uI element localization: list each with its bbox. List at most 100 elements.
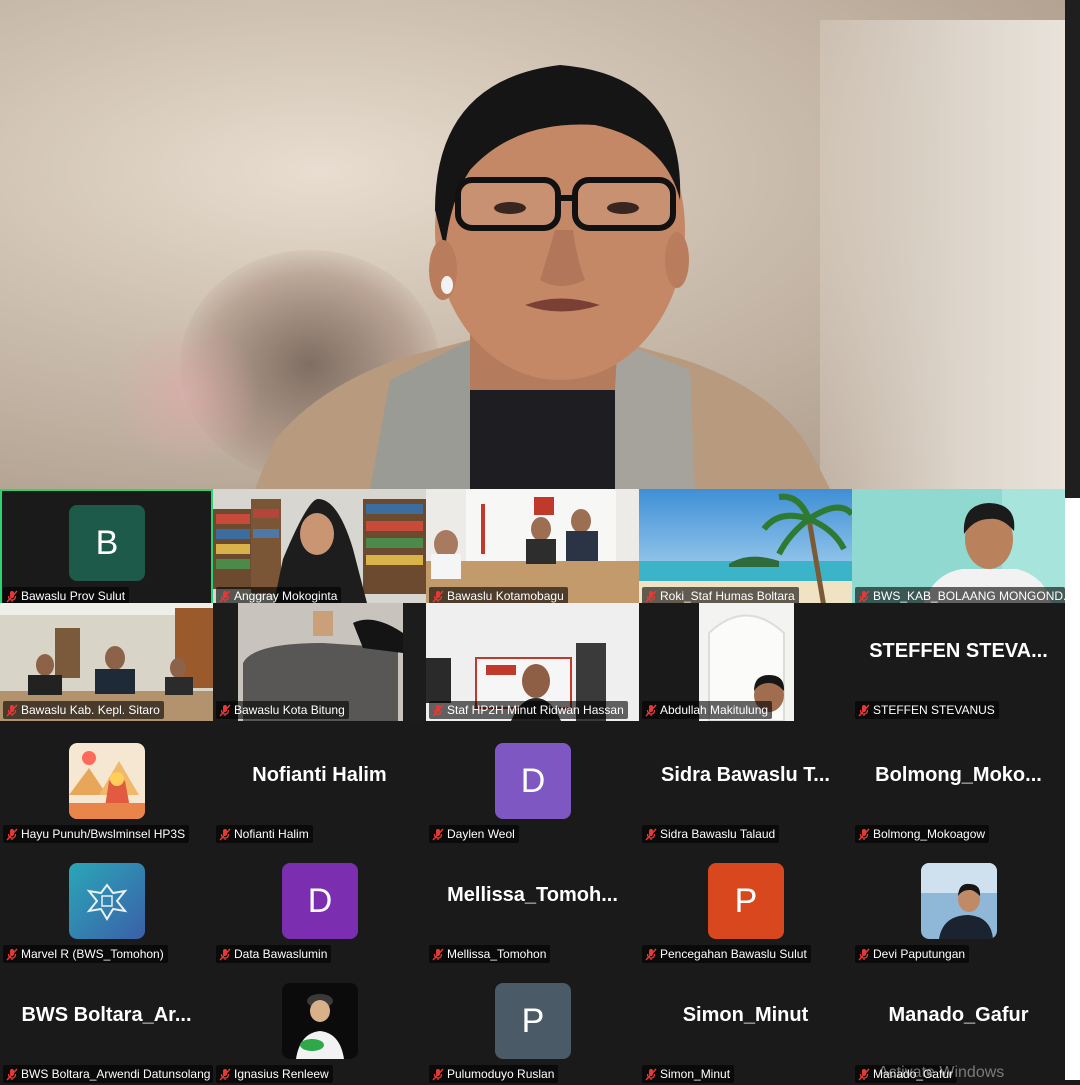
mic-muted-icon <box>432 827 444 841</box>
participant-tile[interactable]: Roki_Staf Humas Boltara <box>639 489 852 607</box>
mic-muted-icon <box>645 703 657 717</box>
mic-muted-icon <box>219 947 231 961</box>
participant-display-name: Mellissa_Tomoh... <box>447 883 618 906</box>
participant-gallery: B Bawaslu Prov Sulut Anggray Mokoginta B… <box>0 489 1065 1085</box>
participant-tile[interactable]: Bawaslu Kotamobagu <box>426 489 639 607</box>
participant-tile[interactable]: Sidra Bawaslu T... Sidra Bawaslu Talaud <box>639 727 852 845</box>
participant-name: Nofianti Halim <box>234 827 309 841</box>
mic-muted-icon <box>645 1067 657 1081</box>
participant-tile[interactable]: Marvel R (BWS_Tomohon) <box>0 847 213 965</box>
mic-muted-icon <box>219 589 231 603</box>
participant-name-label: Bawaslu Kota Bitung <box>216 701 349 719</box>
participant-tile[interactable]: Simon_Minut Simon_Minut <box>639 967 852 1085</box>
participant-name-label: Daylen Weol <box>429 825 519 843</box>
participant-tile[interactable]: STEFFEN STEVA... STEFFEN STEVANUS <box>852 603 1065 721</box>
participant-display-name: STEFFEN STEVA... <box>869 639 1048 662</box>
participant-name: Hayu Punuh/Bwslminsel HP3S <box>21 827 186 841</box>
participant-name-label: Bolmong_Mokoagow <box>855 825 990 843</box>
participant-tile[interactable]: Bawaslu Kab. Kepl. Sitaro <box>0 603 213 721</box>
participant-tile[interactable]: BWS_KAB_BOLAANG MONGOND... <box>852 489 1065 607</box>
mic-muted-icon <box>432 703 444 717</box>
participant-name-label: BWS Boltara_Arwendi Datunsolang <box>3 1065 213 1083</box>
participant-name: Pencegahan Bawaslu Sulut <box>660 947 807 961</box>
mic-muted-icon <box>6 827 18 841</box>
participant-tile[interactable]: Bolmong_Moko... Bolmong_Mokoagow <box>852 727 1065 845</box>
participant-name: Daylen Weol <box>447 827 515 841</box>
participant-name: Staf HP2H Minut Ridwan Hassan <box>447 703 624 717</box>
participant-tile[interactable]: P Pulumoduyo Ruslan <box>426 967 639 1085</box>
participant-tile[interactable]: Mellissa_Tomoh... Mellissa_Tomohon <box>426 847 639 965</box>
participant-tile[interactable]: Ignasius Renleew <box>213 967 426 1085</box>
participant-name: Anggray Mokoginta <box>234 589 338 603</box>
participant-display-name: Sidra Bawaslu T... <box>661 763 830 786</box>
mic-muted-icon <box>858 947 870 961</box>
mic-muted-icon <box>858 1067 870 1081</box>
participant-tile[interactable]: Devi Paputungan <box>852 847 1065 965</box>
participant-tile[interactable]: P Pencegahan Bawaslu Sulut <box>639 847 852 965</box>
participant-avatar: D <box>282 863 358 939</box>
participant-name-label: Bawaslu Kab. Kepl. Sitaro <box>3 701 164 719</box>
background-blur <box>820 20 1065 489</box>
sphinx-image-icon <box>69 743 145 819</box>
participant-name-label: STEFFEN STEVANUS <box>855 701 999 719</box>
mic-muted-icon <box>645 827 657 841</box>
participant-tile[interactable]: D Daylen Weol <box>426 727 639 845</box>
speaker-person <box>255 65 830 489</box>
mic-muted-icon <box>432 947 444 961</box>
participant-name-label: Marvel R (BWS_Tomohon) <box>3 945 168 963</box>
participant-name: Bawaslu Kota Bitung <box>234 703 345 717</box>
mic-muted-icon <box>645 947 657 961</box>
mic-muted-icon <box>219 703 231 717</box>
mic-muted-icon <box>219 1067 231 1081</box>
background-blur <box>110 320 260 470</box>
mic-muted-icon <box>858 589 870 603</box>
participant-name-label: Staf HP2H Minut Ridwan Hassan <box>429 701 628 719</box>
participant-name-label: Data Bawaslumin <box>216 945 332 963</box>
participant-avatar: D <box>495 743 571 819</box>
participant-tile[interactable]: BWS Boltara_Ar... BWS Boltara_Arwendi Da… <box>0 967 213 1085</box>
participant-name: Roki_Staf Humas Boltara <box>660 589 795 603</box>
participant-name: Bawaslu Prov Sulut <box>21 589 126 603</box>
participant-name-label: Abdullah Makitulung <box>642 701 773 719</box>
participant-tile[interactable]: Anggray Mokoginta <box>213 489 426 607</box>
mic-muted-icon <box>6 589 18 603</box>
participant-name: Mellissa_Tomohon <box>447 947 547 961</box>
mic-muted-icon <box>6 1067 18 1081</box>
participant-avatar: P <box>495 983 571 1059</box>
participant-name: Abdullah Makitulung <box>660 703 769 717</box>
participant-name: Marvel R (BWS_Tomohon) <box>21 947 164 961</box>
participant-name: Devi Paputungan <box>873 947 966 961</box>
window-edge <box>1065 498 1080 1080</box>
participant-name: Ignasius Renleew <box>234 1067 329 1081</box>
participant-tile[interactable]: Nofianti Halim Nofianti Halim <box>213 727 426 845</box>
participant-name-label: Simon_Minut <box>642 1065 735 1083</box>
participant-name: Data Bawaslumin <box>234 947 328 961</box>
participant-name-label: Devi Paputungan <box>855 945 970 963</box>
participant-tile[interactable]: Bawaslu Kota Bitung <box>213 603 426 721</box>
participant-tile[interactable]: Staf HP2H Minut Ridwan Hassan <box>426 603 639 721</box>
participant-tile[interactable]: D Data Bawaslumin <box>213 847 426 965</box>
participant-name: Bawaslu Kab. Kepl. Sitaro <box>21 703 160 717</box>
participant-name: BWS Boltara_Arwendi Datunsolang <box>21 1067 211 1081</box>
mic-muted-icon <box>6 947 18 961</box>
participant-display-name: Simon_Minut <box>682 1003 809 1026</box>
participant-name-label: Nofianti Halim <box>216 825 313 843</box>
mic-muted-icon <box>219 827 231 841</box>
profile-photo-icon <box>921 863 997 939</box>
participant-tile[interactable]: Abdullah Makitulung <box>639 603 852 721</box>
participant-name: Simon_Minut <box>660 1067 731 1081</box>
participant-name-label: Pencegahan Bawaslu Sulut <box>642 945 811 963</box>
mic-muted-icon <box>858 827 870 841</box>
participant-name-label: Sidra Bawaslu Talaud <box>642 825 780 843</box>
mic-muted-icon <box>6 703 18 717</box>
participant-display-name: Manado_Gafur <box>888 1003 1029 1026</box>
mic-muted-icon <box>432 589 444 603</box>
participant-tile[interactable]: B Bawaslu Prov Sulut <box>0 489 213 607</box>
cartoon-avatar-icon <box>282 983 358 1059</box>
mic-muted-icon <box>645 589 657 603</box>
participant-display-name: Bolmong_Moko... <box>875 763 1042 786</box>
participant-tile[interactable]: Hayu Punuh/Bwslminsel HP3S <box>0 727 213 845</box>
participant-name: Pulumoduyo Ruslan <box>447 1067 555 1081</box>
mic-muted-icon <box>858 703 870 717</box>
participant-name: STEFFEN STEVANUS <box>873 703 995 717</box>
